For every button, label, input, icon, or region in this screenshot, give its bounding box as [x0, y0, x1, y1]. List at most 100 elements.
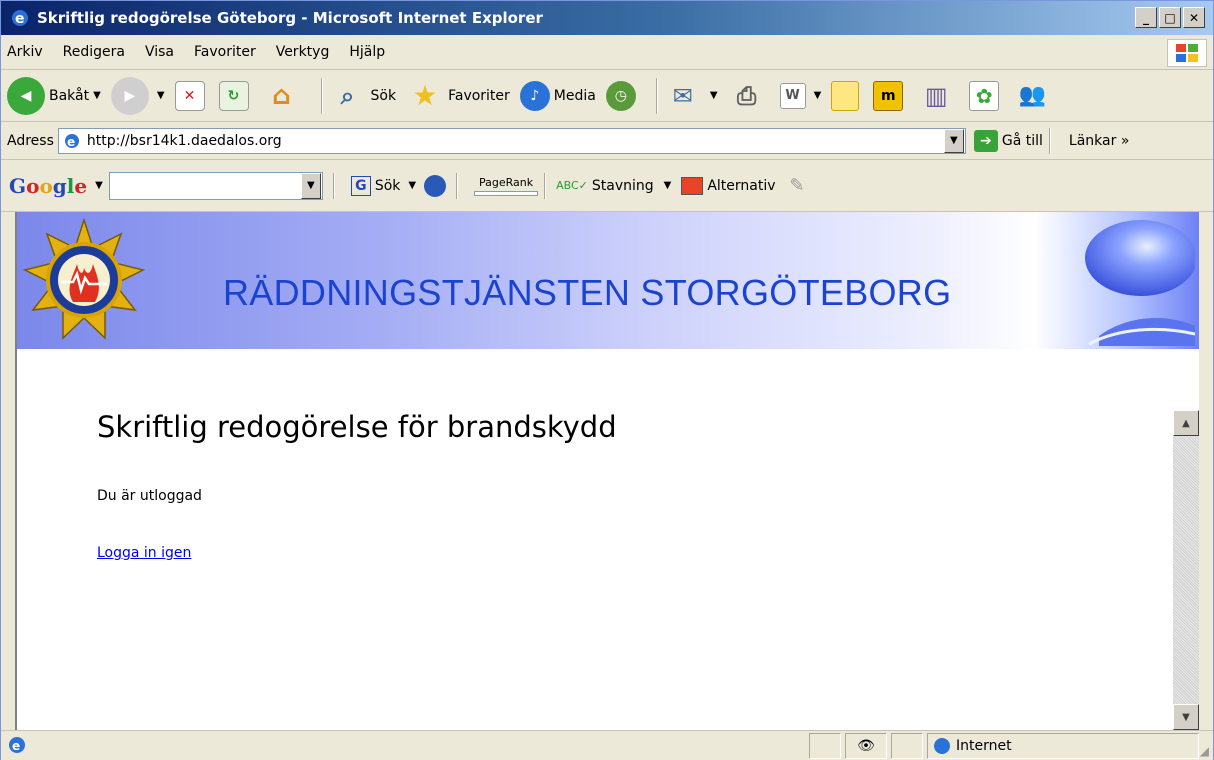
- word-icon: W: [779, 82, 806, 109]
- chevron-down-icon[interactable]: ▼: [93, 90, 101, 101]
- banner-title: RÄDDNINGSTJÄNSTEN STORGÖTEBORG: [223, 272, 952, 313]
- go-button[interactable]: ➔ Gå till: [973, 129, 1043, 152]
- spelling-label: Stavning: [591, 177, 654, 194]
- stop-button[interactable]: ✕: [174, 80, 209, 111]
- links-button[interactable]: Länkar »: [1069, 133, 1129, 149]
- toolbar-separator: [456, 172, 459, 199]
- pagerank-bar: [474, 190, 539, 196]
- pagerank-indicator[interactable]: PageRank: [474, 175, 539, 196]
- icq-button[interactable]: ✿: [969, 80, 1003, 111]
- globe-icon[interactable]: [424, 174, 447, 197]
- svg-text:e: e: [12, 739, 20, 753]
- stop-icon: ✕: [174, 80, 205, 111]
- status-cell: [809, 733, 841, 759]
- address-input[interactable]: e http://bsr14k1.daedalos.org: [57, 127, 966, 154]
- research-button[interactable]: ▥: [917, 77, 959, 115]
- options-icon: [681, 176, 704, 195]
- page-icon: e: [63, 132, 81, 150]
- menu-hjalp[interactable]: Hjälp: [349, 44, 385, 60]
- home-button[interactable]: ⌂: [263, 77, 305, 115]
- favorites-button[interactable]: ★ Favoriter: [406, 77, 510, 115]
- print-button[interactable]: ⎙: [728, 77, 770, 115]
- edit-button[interactable]: W ▼: [779, 82, 822, 109]
- media-icon: ♪: [519, 80, 550, 111]
- resize-grip-icon[interactable]: ◢: [1200, 744, 1209, 758]
- home-icon: ⌂: [272, 80, 291, 111]
- maximize-button[interactable]: □: [1159, 7, 1181, 28]
- page-title: Skriftlig redogörelse för brandskydd: [97, 410, 617, 444]
- history-icon: ◷: [605, 80, 636, 111]
- pagerank-label: PageRank: [479, 175, 534, 189]
- menu-verktyg[interactable]: Verktyg: [276, 44, 330, 60]
- refresh-icon: ↻: [218, 80, 249, 111]
- menu-arkiv[interactable]: Arkiv: [7, 44, 43, 60]
- back-button[interactable]: ◀ Bakåt ▼: [7, 76, 101, 115]
- chevron-down-icon[interactable]: ▼: [408, 180, 416, 191]
- media-label: Media: [553, 87, 596, 104]
- window-title: Skriftlig redogörelse Göteborg - Microso…: [37, 9, 543, 27]
- favorites-label: Favoriter: [448, 87, 510, 104]
- mail-icon: ✉: [672, 81, 693, 110]
- google-search-label: Sök: [374, 177, 401, 194]
- books-icon: ▥: [924, 81, 948, 110]
- chevron-down-icon[interactable]: ▼: [95, 180, 103, 191]
- spelling-button[interactable]: ABC✓ Stavning ▼: [556, 178, 671, 194]
- options-button[interactable]: Alternativ: [681, 176, 776, 195]
- google-g-icon: G: [350, 175, 371, 196]
- toolbar-separator: [544, 172, 547, 199]
- scroll-up-icon[interactable]: ▲: [1173, 410, 1199, 436]
- svg-text:e: e: [15, 11, 25, 27]
- status-bar: e 👁 Internet ◢: [1, 730, 1213, 760]
- star-icon: ★: [412, 79, 438, 112]
- chevron-down-icon[interactable]: ▼: [664, 180, 672, 191]
- close-button[interactable]: ✕: [1183, 7, 1205, 28]
- address-bar: Adress e http://bsr14k1.daedalos.org ▼ ➔…: [1, 122, 1213, 160]
- search-button[interactable]: ⌕ Sök: [329, 77, 397, 115]
- minimize-button[interactable]: _: [1135, 7, 1157, 28]
- google-logo[interactable]: Google: [9, 174, 87, 198]
- privacy-cell[interactable]: 👁: [845, 733, 887, 759]
- messenger-power-button[interactable]: m: [873, 80, 907, 111]
- highlighter-icon[interactable]: ✎: [790, 175, 805, 196]
- ie-icon: e: [9, 7, 31, 29]
- browser-window: e Skriftlig redogörelse Göteborg - Micro…: [0, 0, 1214, 760]
- toolbar-separator: [655, 77, 658, 114]
- messenger-button[interactable]: 👥: [1013, 77, 1055, 115]
- media-button[interactable]: ♪ Media: [519, 80, 596, 111]
- forward-arrow-icon: ▶: [110, 76, 149, 115]
- messenger-icon: 👥: [1018, 83, 1046, 108]
- toolbar-separator: [320, 77, 323, 114]
- google-toolbar: Google ▼ ▼ G Sök ▼ PageRank ABC✓ Stavnin…: [1, 160, 1213, 212]
- refresh-button[interactable]: ↻: [218, 80, 253, 111]
- logout-status: Du är utloggad: [97, 488, 202, 504]
- login-again-link[interactable]: Logga in igen: [97, 545, 191, 561]
- toolbar-separator: [1048, 127, 1051, 154]
- page-content: RÄDDNINGSTJÄNSTEN STORGÖTEBORG Skriftlig…: [15, 212, 1199, 730]
- notes-button[interactable]: [831, 80, 863, 111]
- mail-button[interactable]: ✉ ▼: [664, 77, 718, 115]
- address-dropdown-icon[interactable]: ▼: [943, 128, 964, 153]
- google-search-input[interactable]: [108, 171, 323, 200]
- menu-visa[interactable]: Visa: [145, 44, 174, 60]
- google-search-dropdown-icon[interactable]: ▼: [300, 172, 321, 199]
- chevron-down-icon[interactable]: ▼: [814, 90, 822, 101]
- forward-button[interactable]: ▶ ▼: [110, 76, 165, 115]
- spellcheck-icon: ABC✓: [556, 179, 588, 192]
- go-arrow-icon: ➔: [973, 129, 998, 152]
- menu-favoriter[interactable]: Favoriter: [194, 44, 256, 60]
- address-label: Adress: [7, 132, 54, 149]
- history-button[interactable]: ◷: [605, 80, 640, 111]
- search-icon: ⌕: [340, 81, 355, 110]
- status-cell: [891, 733, 923, 759]
- chevron-down-icon[interactable]: ▼: [710, 90, 718, 101]
- google-search-button[interactable]: G Sök ▼: [350, 175, 416, 196]
- fire-service-crest-icon: [22, 218, 146, 340]
- scroll-down-icon[interactable]: ▼: [1173, 704, 1199, 730]
- menu-redigera[interactable]: Redigera: [63, 44, 125, 60]
- vertical-scrollbar[interactable]: ▲ ▼: [1173, 410, 1199, 730]
- zone-cell: Internet: [927, 733, 1199, 759]
- search-label: Sök: [370, 87, 397, 104]
- standard-toolbar: ◀ Bakåt ▼ ▶ ▼ ✕ ↻ ⌂ ⌕ Sök ★ Favoriter ♪ …: [1, 70, 1213, 122]
- chevron-down-icon[interactable]: ▼: [157, 90, 165, 101]
- zone-label: Internet: [956, 738, 1012, 754]
